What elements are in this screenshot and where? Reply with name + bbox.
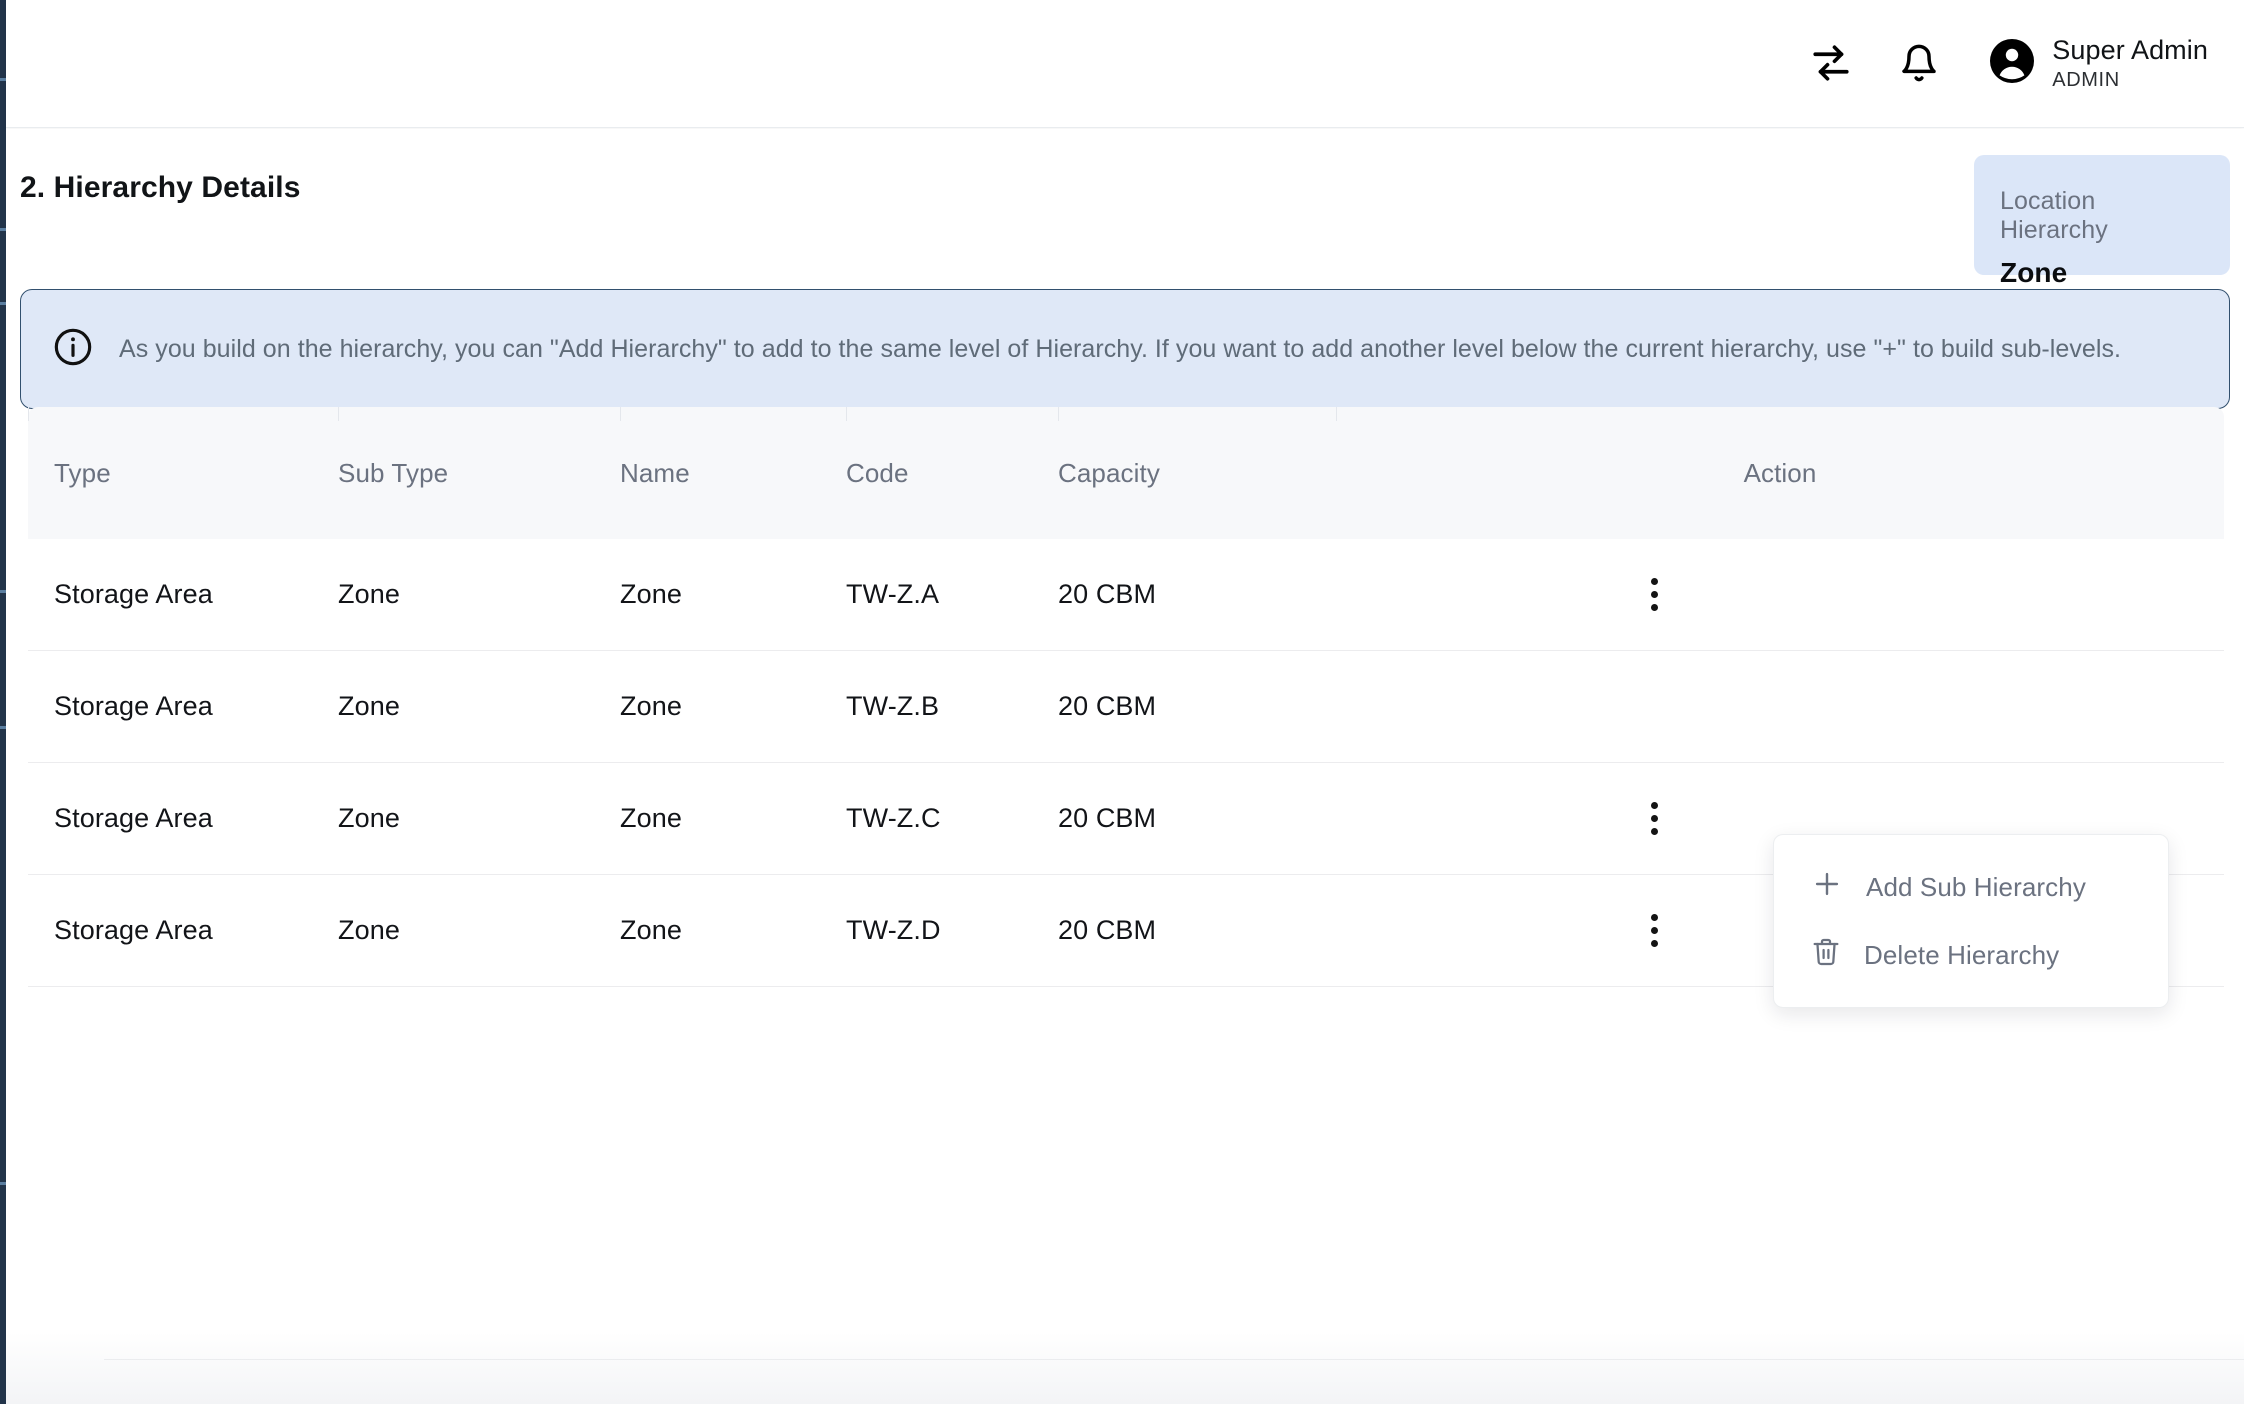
column-header-label: Name (620, 458, 690, 489)
user-role: ADMIN (2052, 69, 2208, 92)
app-root: Super Admin ADMIN 2. Hierarchy Details L… (0, 0, 2244, 1404)
cell-code: TW-Z.D (846, 915, 1058, 946)
info-banner: As you build on the hierarchy, you can "… (20, 289, 2230, 409)
cell-code: TW-Z.B (846, 691, 1058, 722)
cell-type: Storage Area (28, 691, 338, 722)
bottom-divider (104, 1359, 2244, 1360)
column-header-label: Capacity (1058, 458, 1160, 489)
user-text: Super Admin ADMIN (2052, 35, 2208, 92)
cell-code: TW-Z.A (846, 579, 1058, 610)
page-body: 2. Hierarchy Details Location Hierarchy … (6, 129, 2244, 1404)
trash-icon (1810, 936, 1842, 975)
cell-name: Zone (620, 691, 846, 722)
table-row[interactable]: Storage Area Zone Zone TW-Z.B 20 CBM (28, 651, 2224, 763)
table-header-row: Type Sub Type Name Code Capacity Action (28, 407, 2224, 539)
table-row[interactable]: Storage Area Zone Zone TW-Z.A 20 CBM (28, 539, 2224, 651)
column-header-label: Type (54, 458, 111, 489)
row-actions-kebab-icon[interactable] (1626, 567, 1682, 623)
user-name: Super Admin (2052, 35, 2208, 66)
user-profile-button[interactable]: Super Admin ADMIN (1988, 35, 2208, 92)
chip-label: Location Hierarchy (2000, 187, 2204, 245)
cell-sub-type: Zone (338, 579, 620, 610)
cell-sub-type: Zone (338, 691, 620, 722)
cell-capacity: 20 CBM (1058, 803, 1336, 834)
notification-bell-icon[interactable] (1896, 40, 1942, 86)
column-header-label: Action (1744, 458, 1817, 489)
top-header: Super Admin ADMIN (6, 0, 2244, 128)
chip-value: Zone (2000, 257, 2204, 289)
column-header-sub-type: Sub Type (338, 407, 620, 539)
cell-type: Storage Area (28, 915, 338, 946)
column-header-label: Code (846, 458, 909, 489)
row-actions-kebab-icon[interactable] (1626, 903, 1682, 959)
cell-capacity: 20 CBM (1058, 579, 1336, 610)
info-banner-text: As you build on the hierarchy, you can "… (119, 331, 2121, 367)
column-header-capacity: Capacity (1058, 407, 1336, 539)
row-actions-dropdown: Add Sub Hierarchy Delete Hierarchy (1773, 834, 2169, 1008)
cell-capacity: 20 CBM (1058, 691, 1336, 722)
header-actions: Super Admin ADMIN (1808, 35, 2208, 92)
column-header-action: Action (1336, 407, 2224, 539)
column-header-name: Name (620, 407, 846, 539)
cell-sub-type: Zone (338, 915, 620, 946)
cell-action (1336, 567, 2224, 623)
plus-icon (1810, 867, 1844, 908)
user-avatar-icon (1988, 37, 2036, 90)
cell-sub-type: Zone (338, 803, 620, 834)
cell-name: Zone (620, 803, 846, 834)
column-header-code: Code (846, 407, 1058, 539)
column-header-type: Type (28, 407, 338, 539)
cell-code: TW-Z.C (846, 803, 1058, 834)
page-title: 2. Hierarchy Details (20, 171, 300, 205)
cell-type: Storage Area (28, 579, 338, 610)
swap-arrows-icon[interactable] (1808, 40, 1854, 86)
cell-capacity: 20 CBM (1058, 915, 1336, 946)
menu-item-add-sub-hierarchy[interactable]: Add Sub Hierarchy (1774, 853, 2168, 922)
menu-item-delete-hierarchy[interactable]: Delete Hierarchy (1774, 922, 2168, 989)
row-actions-kebab-icon[interactable] (1626, 791, 1682, 847)
menu-item-label: Delete Hierarchy (1864, 940, 2059, 971)
location-hierarchy-chip: Location Hierarchy Zone (1974, 155, 2230, 275)
cell-name: Zone (620, 915, 846, 946)
cell-name: Zone (620, 579, 846, 610)
cell-type: Storage Area (28, 803, 338, 834)
menu-item-label: Add Sub Hierarchy (1866, 872, 2086, 903)
column-header-label: Sub Type (338, 458, 448, 489)
info-circle-icon (53, 327, 93, 372)
